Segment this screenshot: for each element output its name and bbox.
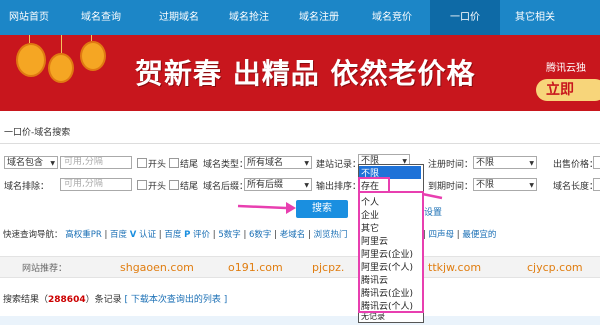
lantern-icon (80, 41, 106, 71)
result-count: 288604 (48, 295, 86, 305)
quick-link[interactable]: 5数字 (218, 230, 240, 240)
nav-item-snap[interactable]: 域名抢注 (214, 0, 284, 35)
domain-include-select[interactable]: 域名包含 (4, 156, 58, 170)
quick-link[interactable]: 评价 (193, 230, 210, 240)
quick-nav-label: 快速查询导航： (3, 230, 63, 240)
highlight-box (358, 191, 424, 313)
divider (0, 143, 600, 144)
nav-item-fixed-price[interactable]: 一口价 (430, 0, 500, 35)
top-nav: 网站首页 域名查询 过期域名 域名抢注 域名注册 域名竞价 一口价 其它相关 (0, 0, 600, 35)
domain-suffix-label: 域名后缀： (203, 182, 249, 192)
separator: | (456, 230, 460, 240)
table-header (0, 316, 600, 325)
recommend-bar: 网站推荐： shgaoen.com o191.com pjcpz. ttkjw.… (0, 256, 600, 278)
site-record-label: 建站记录： (316, 160, 362, 170)
domain-exclude-label: 域名排除： (4, 182, 50, 192)
banner-cta-button[interactable]: 立即 (536, 79, 600, 101)
nav-item-home[interactable]: 网站首页 (0, 0, 58, 35)
separator: | (104, 230, 108, 240)
price-label: 出售价格： (553, 160, 599, 170)
banner-ad-text: 腾讯云独 (546, 63, 586, 74)
suffix-checkbox[interactable] (169, 158, 179, 168)
settings-link[interactable]: 设置 (424, 205, 442, 218)
domain-length-input[interactable] (593, 178, 600, 191)
separator: | (274, 230, 278, 240)
result-summary: 搜索结果（288604）条记录 [ 下载本次查询出的列表 ] (3, 292, 227, 305)
exclude-prefix-label: 开头 (148, 182, 167, 192)
nav-item-others[interactable]: 其它相关 (500, 0, 570, 35)
prefix-checkbox[interactable] (137, 158, 147, 168)
reg-time-label: 注册时间： (428, 160, 474, 170)
recommend-label: 网站推荐： (22, 264, 68, 274)
exclude-suffix-checkbox[interactable] (169, 180, 179, 190)
quick-link[interactable]: 浏览热门 (314, 230, 348, 240)
p-badge-icon: P (184, 230, 191, 240)
search-button[interactable]: 搜索 (296, 200, 348, 218)
result-prefix: 搜索结果（ (3, 295, 49, 305)
reg-time-select[interactable]: 不限 (473, 156, 537, 170)
domain-type-select[interactable]: 所有域名 (244, 156, 312, 170)
lantern-string (29, 35, 30, 43)
recommend-site[interactable]: ttkjw.com (428, 261, 481, 274)
separator: | (158, 230, 162, 240)
banner-title: 贺新春 出精品 依然老价格 (135, 57, 476, 90)
separator: | (243, 230, 247, 240)
separator: | (212, 230, 216, 240)
domain-exclude-input[interactable]: 可用,分隔 (60, 178, 132, 191)
nav-item-domain-query[interactable]: 域名查询 (58, 0, 144, 35)
separator: | (307, 230, 311, 240)
nav-item-auction[interactable]: 域名竞价 (354, 0, 430, 35)
recommend-site[interactable]: pjcpz. (312, 261, 344, 274)
promo-banner[interactable]: 贺新春 出精品 依然老价格 腾讯云独 立即 (0, 35, 600, 111)
domain-include-input[interactable]: 可用,分隔 (60, 156, 132, 169)
suffix-label: 结尾 (180, 160, 199, 170)
exclude-suffix-label: 结尾 (180, 182, 199, 192)
quick-link[interactable]: 百度 (164, 230, 181, 240)
quick-link[interactable]: 最便宜的 (462, 230, 496, 240)
breadcrumb: 一口价-域名搜索 (4, 128, 71, 138)
result-suffix: ）条记录 (85, 295, 122, 305)
domain-length-label: 域名长度： (553, 182, 599, 192)
nav-item-register[interactable]: 域名注册 (284, 0, 354, 35)
prefix-label: 开头 (148, 160, 167, 170)
download-list-link[interactable]: [ 下载本次查询出的列表 ] (124, 295, 227, 305)
domain-type-label: 域名类型： (203, 160, 249, 170)
lantern-string (61, 35, 62, 53)
expire-time-select[interactable]: 不限 (473, 178, 537, 192)
quick-link[interactable]: 6数字 (249, 230, 271, 240)
recommend-site[interactable]: o191.com (228, 261, 283, 274)
exclude-prefix-checkbox[interactable] (137, 180, 147, 190)
arrow-icon (237, 202, 296, 214)
v-badge-icon: V (129, 230, 137, 240)
recommend-site[interactable]: shgaoen.com (120, 261, 194, 274)
price-input[interactable] (593, 156, 600, 169)
nav-item-expired[interactable]: 过期域名 (144, 0, 214, 35)
quick-link[interactable]: 认证 (139, 230, 156, 240)
lantern-icon (16, 43, 46, 77)
quick-link[interactable]: 四声母 (429, 230, 455, 240)
quick-link[interactable]: 高权重PR (65, 230, 102, 240)
domain-suffix-select[interactable]: 所有后缀 (244, 178, 312, 192)
lantern-icon (48, 53, 74, 83)
output-sort-label: 输出排序： (316, 182, 362, 192)
quick-link[interactable]: 老域名 (280, 230, 306, 240)
recommend-site[interactable]: cjycp.com (527, 261, 583, 274)
quick-link[interactable]: 百度 (110, 230, 127, 240)
